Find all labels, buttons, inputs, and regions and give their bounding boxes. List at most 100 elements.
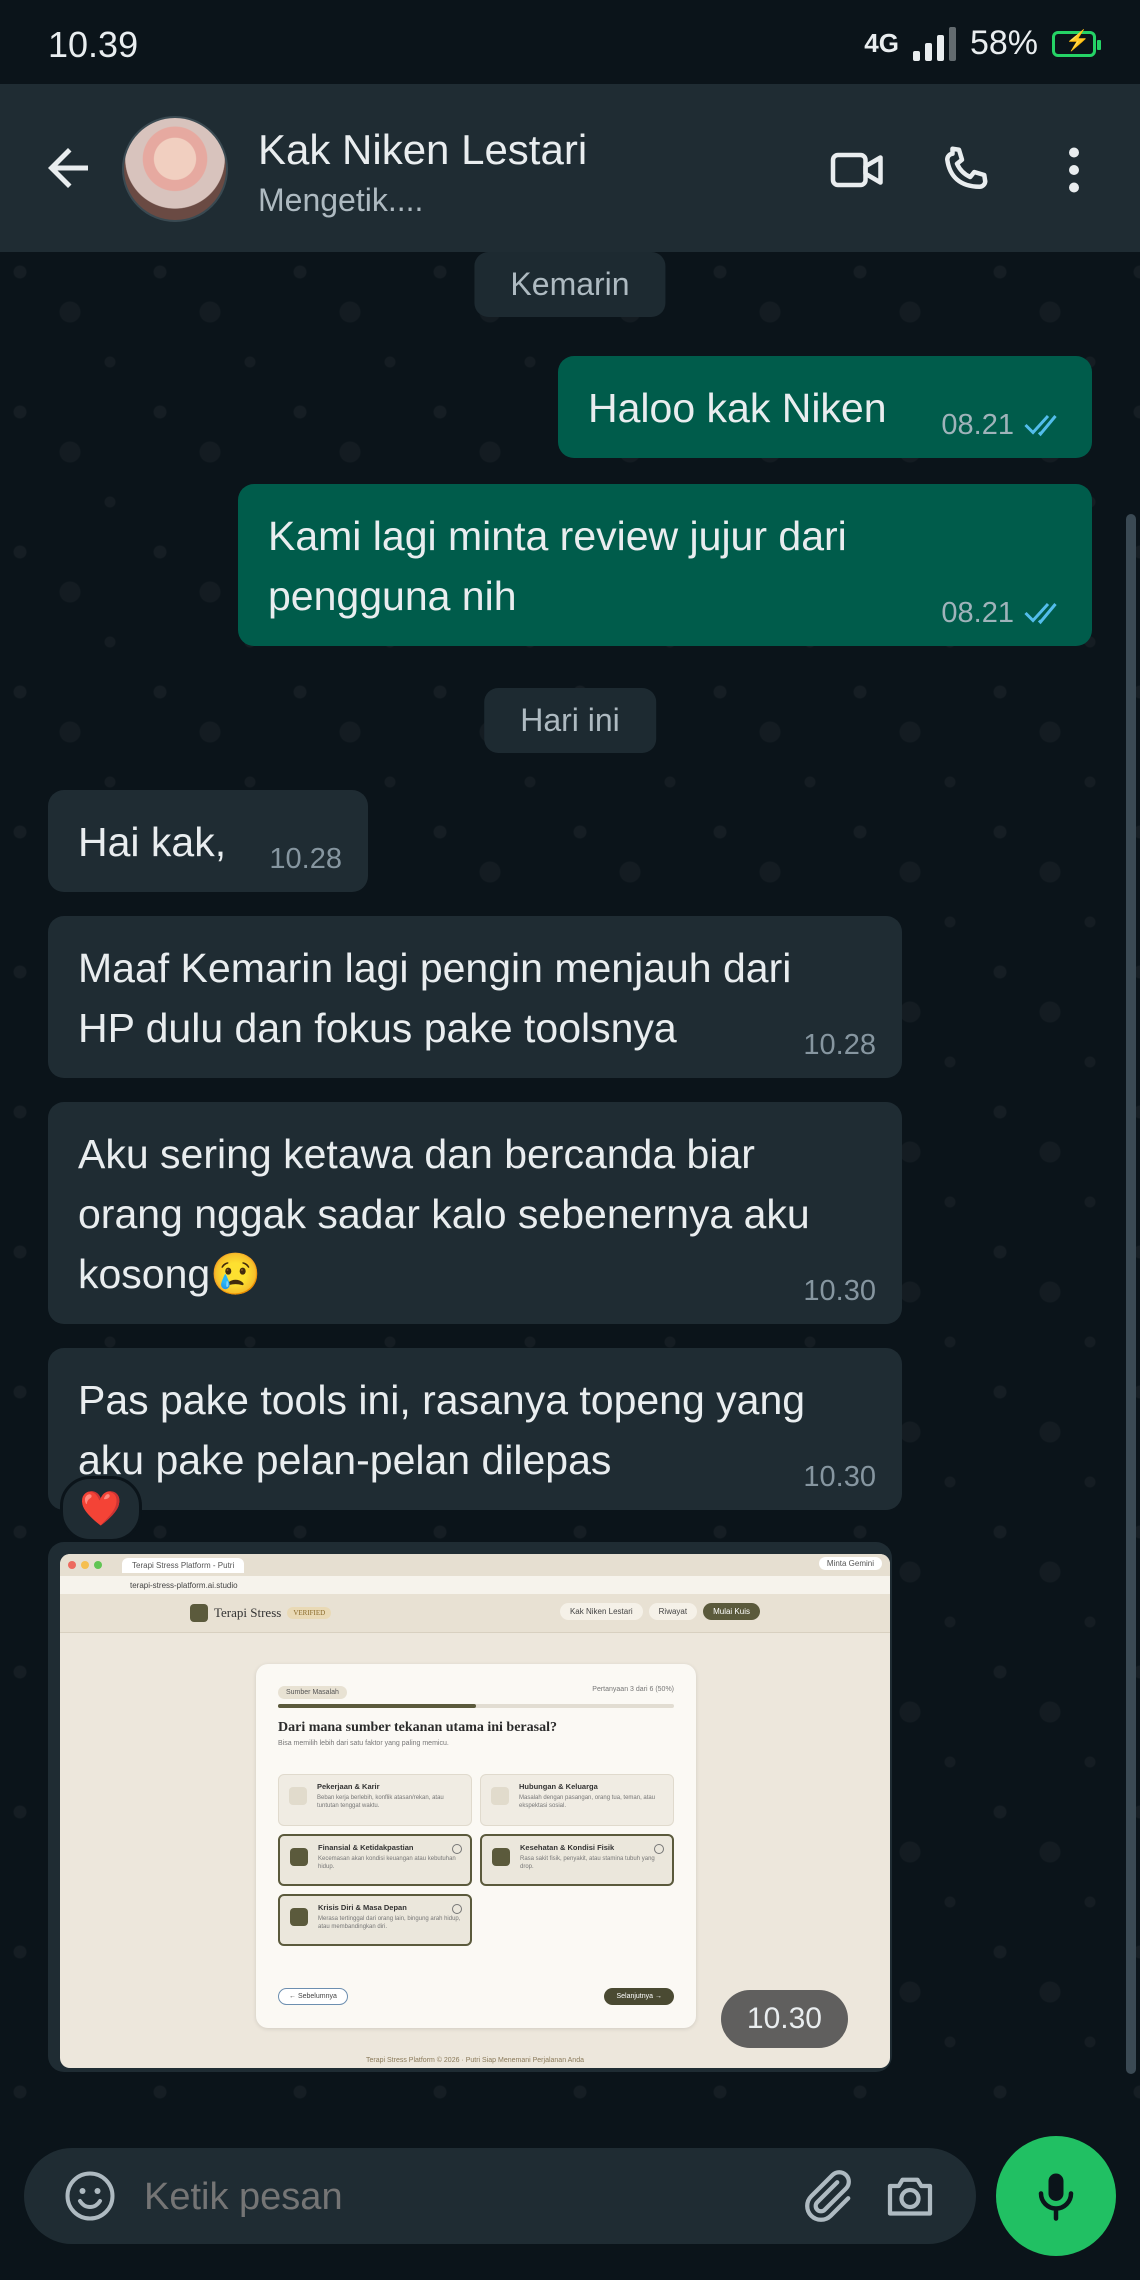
message-meta: 08.21 bbox=[941, 410, 1066, 440]
message-meta: 10.30 bbox=[803, 1276, 876, 1306]
status-bar: 10.39 4G 58% bbox=[0, 0, 1140, 84]
progress-bar-fill bbox=[278, 1704, 476, 1708]
heartbeat-icon bbox=[492, 1848, 510, 1866]
message-meta: 10.30 bbox=[803, 1462, 876, 1492]
double-check-icon bbox=[1024, 414, 1057, 437]
battery-charging-icon bbox=[1052, 28, 1101, 57]
chat-area[interactable]: Kemarin Haloo kak Niken 08.21 Kami lagi … bbox=[0, 252, 1140, 2112]
option-card-selected: Krisis Diri & Masa Depan Merasa tertingg… bbox=[278, 1894, 472, 1946]
previous-button: ← Sebelumnya bbox=[278, 1988, 348, 2005]
app-navbar: Terapi Stress VERIFIED Kak Niken Lestari… bbox=[60, 1594, 890, 1633]
brand-name: Terapi Stress bbox=[214, 1605, 282, 1620]
typing-status: Mengetik.... bbox=[258, 182, 424, 218]
message-time: 08.21 bbox=[941, 409, 1014, 441]
message-input-container[interactable] bbox=[24, 2148, 976, 2244]
option-desc: Rasa sakit fisik, penyakit, atau stamina… bbox=[520, 1856, 655, 1870]
message-time: 10.28 bbox=[803, 1029, 876, 1061]
status-time: 10.39 bbox=[48, 24, 139, 65]
option-title: Finansial & Ketidakpastian bbox=[318, 1843, 414, 1852]
avatar[interactable] bbox=[122, 116, 228, 222]
message-text: Aku sering ketawa dan bercanda biar oran… bbox=[78, 1131, 810, 1297]
browser-tab: Terapi Stress Platform - Putri bbox=[122, 1557, 245, 1573]
voice-message-button[interactable] bbox=[996, 2136, 1116, 2256]
message-meta: 10.28 bbox=[269, 844, 342, 874]
nav-buttons: Kak Niken Lestari Riwayat Mulai Kuis bbox=[559, 1603, 760, 1620]
scrollbar[interactable] bbox=[1126, 514, 1136, 2074]
option-title: Pekerjaan & Karir bbox=[317, 1782, 380, 1791]
nav-start-quiz: Mulai Kuis bbox=[703, 1603, 760, 1620]
message-meta: 08.21 bbox=[941, 598, 1066, 628]
message-text: Kami lagi minta review jujur dari penggu… bbox=[268, 513, 847, 619]
next-button: Selanjutnya → bbox=[604, 1988, 674, 2005]
video-call-icon[interactable] bbox=[828, 140, 888, 200]
quiz-card: Sumber Masalah Pertanyaan 3 dari 6 (50%)… bbox=[256, 1664, 696, 2028]
browser-url: terapi-stress-platform.ai.studio bbox=[60, 1576, 890, 1594]
message-meta: 10.28 bbox=[803, 1030, 876, 1060]
option-title: Kesehatan & Kondisi Fisik bbox=[520, 1843, 615, 1852]
app-footer: Terapi Stress Platform © 2026 · Putri Si… bbox=[366, 2057, 584, 2064]
brand-logo-icon bbox=[190, 1604, 208, 1622]
signal-icon bbox=[912, 26, 956, 61]
question-progress: Pertanyaan 3 dari 6 (50%) bbox=[592, 1686, 674, 1693]
message-text: Haloo kak Niken bbox=[588, 385, 887, 431]
progress-bar bbox=[278, 1704, 674, 1708]
microphone-icon bbox=[1038, 2173, 1074, 2221]
browser-tab-bar: Terapi Stress Platform - Putri Minta Gem… bbox=[60, 1554, 890, 1576]
phone-call-icon[interactable] bbox=[936, 140, 996, 200]
contact-name[interactable]: Kak Niken Lestari bbox=[258, 126, 587, 174]
nav-profile: Kak Niken Lestari bbox=[559, 1603, 643, 1620]
briefcase-icon bbox=[289, 1787, 307, 1805]
check-icon bbox=[654, 1844, 664, 1854]
previous-label: Sebelumnya bbox=[297, 1993, 337, 2000]
image-time: 10.30 bbox=[720, 1990, 848, 2048]
option-card: Pekerjaan & Karir Beban kerja berlebih, … bbox=[278, 1774, 472, 1826]
option-card: Hubungan & Keluarga Masalah dengan pasan… bbox=[480, 1774, 674, 1826]
heart-reaction[interactable]: ❤️ bbox=[60, 1476, 142, 1542]
nav-history: Riwayat bbox=[648, 1603, 698, 1620]
message-time: 08.21 bbox=[941, 597, 1014, 629]
message-bubble-incoming[interactable]: Hai kak, 10.28 bbox=[48, 790, 368, 892]
person-icon bbox=[290, 1908, 308, 1926]
date-divider-today: Hari ini bbox=[484, 688, 656, 753]
emoji-icon[interactable] bbox=[60, 2166, 120, 2226]
message-bubble-incoming[interactable]: Pas pake tools ini, rasanya topeng yang … bbox=[48, 1348, 902, 1510]
brand: Terapi Stress VERIFIED bbox=[190, 1604, 332, 1622]
option-desc: Beban kerja berlebih, konflik atasan/rek… bbox=[317, 1795, 444, 1809]
check-icon bbox=[452, 1844, 462, 1854]
battery-percent: 58% bbox=[969, 24, 1038, 62]
message-time: 10.30 bbox=[803, 1275, 876, 1307]
option-desc: Kecemasan akan kondisi keuangan atau keb… bbox=[318, 1856, 456, 1870]
question-title: Dari mana sumber tekanan utama ini beras… bbox=[278, 1720, 557, 1735]
message-bubble-incoming[interactable]: Aku sering ketawa dan bercanda biar oran… bbox=[48, 1102, 902, 1324]
gemini-button: Minta Gemini bbox=[818, 1557, 882, 1570]
camera-icon[interactable] bbox=[880, 2166, 940, 2226]
option-card-selected: Kesehatan & Kondisi Fisik Rasa sakit fis… bbox=[480, 1834, 674, 1886]
option-desc: Merasa tertinggal dari orang lain, bingu… bbox=[318, 1916, 461, 1930]
chat-header: Kak Niken Lestari Mengetik.... bbox=[0, 84, 1140, 252]
message-text: Pas pake tools ini, rasanya topeng yang … bbox=[78, 1377, 806, 1483]
check-icon bbox=[452, 1904, 462, 1914]
question-hint: Bisa memilih lebih dari satu faktor yang… bbox=[278, 1740, 449, 1747]
option-title: Hubungan & Keluarga bbox=[519, 1782, 598, 1791]
message-bubble-outgoing[interactable]: Haloo kak Niken 08.21 bbox=[558, 356, 1092, 458]
more-options-icon[interactable] bbox=[1044, 140, 1104, 200]
network-type: 4G bbox=[864, 28, 899, 58]
message-input[interactable] bbox=[144, 2176, 704, 2219]
people-icon bbox=[491, 1787, 509, 1805]
window-controls bbox=[68, 1561, 102, 1569]
message-bubble-incoming[interactable]: Maaf Kemarin lagi pengin menjauh dari HP… bbox=[48, 916, 902, 1078]
message-text: Maaf Kemarin lagi pengin menjauh dari HP… bbox=[78, 945, 792, 1051]
option-desc: Masalah dengan pasangan, orang tua, tema… bbox=[519, 1795, 656, 1809]
verified-badge: VERIFIED bbox=[287, 1607, 332, 1619]
option-card-selected: Finansial & Ketidakpastian Kecemasan aka… bbox=[278, 1834, 472, 1886]
attach-icon[interactable] bbox=[796, 2166, 856, 2226]
wallet-icon bbox=[290, 1848, 308, 1866]
date-divider-yesterday: Kemarin bbox=[474, 252, 666, 317]
status-right: 4G 58% bbox=[864, 24, 1101, 63]
message-time: 10.30 bbox=[803, 1461, 876, 1493]
message-text: Hai kak, bbox=[78, 819, 227, 865]
message-bubble-outgoing[interactable]: Kami lagi minta review jujur dari penggu… bbox=[238, 484, 1092, 646]
back-arrow-icon[interactable] bbox=[38, 138, 98, 198]
question-tag: Sumber Masalah bbox=[278, 1686, 347, 1699]
image-message[interactable]: Terapi Stress Platform - Putri Minta Gem… bbox=[48, 1542, 892, 2072]
